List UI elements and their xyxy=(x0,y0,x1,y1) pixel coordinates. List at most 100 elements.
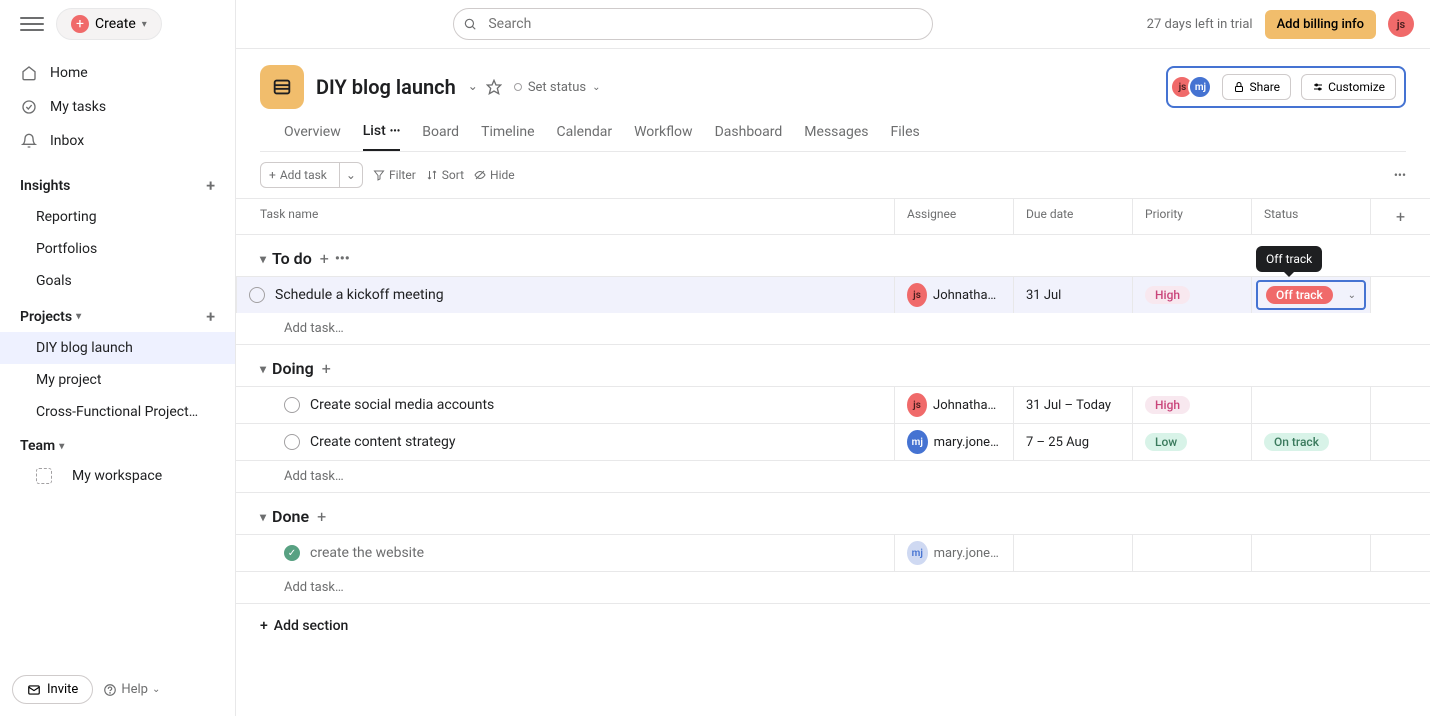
chevron-down-icon[interactable]: ⌄ xyxy=(468,79,478,95)
share-button[interactable]: Share xyxy=(1222,74,1291,100)
col-header-status[interactable]: Status xyxy=(1251,199,1370,234)
star-icon[interactable] xyxy=(486,79,502,95)
complete-checkbox[interactable] xyxy=(284,397,300,413)
user-avatar[interactable]: js xyxy=(1388,11,1414,37)
nav-goals[interactable]: Goals xyxy=(0,265,235,297)
more-icon[interactable]: ••• xyxy=(335,251,350,267)
complete-checkbox[interactable] xyxy=(284,434,300,450)
create-button[interactable]: + Create ▾ xyxy=(56,8,162,40)
chevron-down-icon: ▾ xyxy=(76,311,81,322)
home-icon xyxy=(20,64,38,82)
due-date-cell[interactable] xyxy=(1013,535,1132,571)
nav-portfolios[interactable]: Portfolios xyxy=(0,233,235,265)
status-cell[interactable]: Off track ⌄ xyxy=(1251,277,1370,313)
chevron-down-icon: ▾ xyxy=(260,362,266,376)
hide-button[interactable]: Hide xyxy=(474,168,515,182)
chevron-down-icon: ⌄ xyxy=(152,684,160,695)
sidebar-team-workspace[interactable]: My workspace xyxy=(0,460,235,492)
team-header[interactable]: Team ▾ xyxy=(0,428,235,460)
task-row[interactable]: Create content strategy mj mary.joness… … xyxy=(236,424,1430,461)
add-column-button[interactable]: + xyxy=(1370,199,1430,234)
section-name: Doing xyxy=(272,359,314,378)
create-label: Create xyxy=(95,16,136,32)
assignee-cell[interactable]: mj mary.joness… xyxy=(894,424,1013,460)
add-task-icon[interactable]: + xyxy=(317,507,326,526)
chevron-down-icon[interactable]: ⌄ xyxy=(339,163,362,187)
plus-icon[interactable]: + xyxy=(206,307,215,326)
tab-messages[interactable]: Messages xyxy=(804,123,868,151)
section-todo[interactable]: ▾ To do + ••• xyxy=(236,235,1430,276)
col-header-assignee[interactable]: Assignee xyxy=(894,199,1013,234)
more-icon[interactable]: ••• xyxy=(390,126,401,137)
complete-checkbox[interactable] xyxy=(284,545,300,561)
section-done[interactable]: ▾ Done + xyxy=(236,493,1430,534)
col-header-task[interactable]: Task name xyxy=(236,199,894,234)
avatar: mj xyxy=(907,430,928,454)
section-doing[interactable]: ▾ Doing + xyxy=(236,345,1430,386)
help-button[interactable]: Help ⌄ xyxy=(103,682,160,697)
assignee-cell[interactable]: js Johnathan S… xyxy=(894,277,1013,313)
col-header-due[interactable]: Due date xyxy=(1013,199,1132,234)
avatar-stack[interactable]: js mj xyxy=(1176,75,1212,99)
add-task-button[interactable]: +Add task ⌄ xyxy=(260,162,363,188)
check-circle-icon xyxy=(20,98,38,116)
avatar: js xyxy=(907,283,927,307)
projects-header[interactable]: Projects ▾ + xyxy=(0,297,235,332)
sidebar-project-diy[interactable]: DIY blog launch xyxy=(0,332,235,364)
assignee-cell[interactable]: mj mary.joness… xyxy=(894,535,1013,571)
status-cell[interactable]: On track xyxy=(1251,424,1370,460)
plus-icon[interactable]: + xyxy=(206,176,215,195)
tab-timeline[interactable]: Timeline xyxy=(481,123,534,151)
sidebar-project-my[interactable]: My project xyxy=(0,364,235,396)
nav-home[interactable]: Home xyxy=(0,56,235,90)
sort-button[interactable]: Sort xyxy=(426,168,464,182)
priority-cell[interactable]: Low xyxy=(1132,424,1251,460)
tab-files[interactable]: Files xyxy=(891,123,920,151)
task-row[interactable]: create the website mj mary.joness… xyxy=(236,534,1430,572)
due-date-cell[interactable]: 31 Jul xyxy=(1013,277,1132,313)
insights-header[interactable]: Insights + xyxy=(0,166,235,201)
task-row[interactable]: Schedule a kickoff meeting js Johnathan … xyxy=(236,276,1430,313)
tab-calendar[interactable]: Calendar xyxy=(557,123,613,151)
add-task-link[interactable]: Add task… xyxy=(236,572,1430,604)
assignee-cell[interactable]: js Johnathan S… xyxy=(894,387,1013,423)
status-cell[interactable] xyxy=(1251,535,1370,571)
priority-cell[interactable] xyxy=(1132,535,1251,571)
tab-workflow[interactable]: Workflow xyxy=(634,123,693,151)
sidebar-project-cross[interactable]: Cross-Functional Project… xyxy=(0,396,235,428)
tab-overview[interactable]: Overview xyxy=(284,123,341,151)
add-billing-button[interactable]: Add billing info xyxy=(1265,10,1376,39)
due-date-cell[interactable]: 7 – 25 Aug xyxy=(1013,424,1132,460)
nav-reporting[interactable]: Reporting xyxy=(0,201,235,233)
filter-button[interactable]: Filter xyxy=(373,168,416,182)
complete-checkbox[interactable] xyxy=(249,287,265,303)
chevron-down-icon: ▾ xyxy=(59,441,64,452)
add-task-link[interactable]: Add task… xyxy=(236,313,1430,345)
priority-cell[interactable]: High xyxy=(1132,277,1251,313)
tab-list[interactable]: List ••• xyxy=(363,123,401,151)
project-icon xyxy=(260,65,304,109)
set-status-button[interactable]: Set status ⌄ xyxy=(514,79,601,95)
add-task-icon[interactable]: + xyxy=(322,359,331,378)
avatar: mj xyxy=(1188,75,1212,99)
more-menu[interactable]: ••• xyxy=(1394,168,1406,182)
due-date-cell[interactable]: 31 Jul – Today xyxy=(1013,387,1132,423)
col-header-priority[interactable]: Priority xyxy=(1132,199,1251,234)
task-name: Create social media accounts xyxy=(310,397,494,413)
sidebar-toggle[interactable] xyxy=(20,12,44,36)
tab-board[interactable]: Board xyxy=(422,123,459,151)
add-task-icon[interactable]: + xyxy=(320,249,329,268)
nav-my-tasks[interactable]: My tasks xyxy=(0,90,235,124)
section-label: Team xyxy=(20,438,55,454)
tab-dashboard[interactable]: Dashboard xyxy=(715,123,783,151)
nav-inbox[interactable]: Inbox xyxy=(0,124,235,158)
invite-button[interactable]: Invite xyxy=(12,675,93,704)
status-cell[interactable] xyxy=(1251,387,1370,423)
task-row[interactable]: Create social media accounts js Johnatha… xyxy=(236,386,1430,424)
priority-cell[interactable]: High xyxy=(1132,387,1251,423)
search-input[interactable] xyxy=(453,8,933,40)
add-section-button[interactable]: + Add section xyxy=(236,604,1430,648)
header-right-group: js mj Share Customize xyxy=(1166,66,1406,108)
add-task-link[interactable]: Add task… xyxy=(236,461,1430,493)
customize-button[interactable]: Customize xyxy=(1301,74,1396,100)
